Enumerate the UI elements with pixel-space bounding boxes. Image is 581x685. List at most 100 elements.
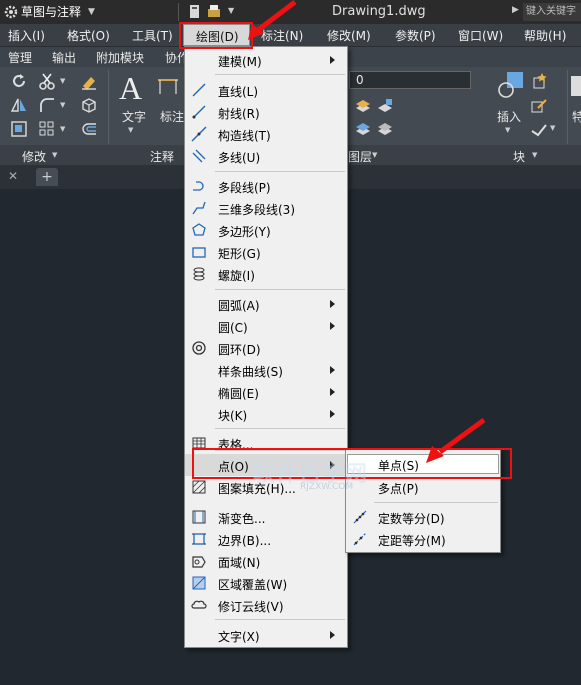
block-attribute-icon[interactable] [530, 119, 548, 137]
mirror-icon[interactable] [10, 96, 28, 114]
tab-manage[interactable]: 管理 [8, 49, 32, 66]
menu-item-gradient[interactable]: 渐变色... [185, 506, 347, 528]
menu-item-3dpoly[interactable]: 三维多段线(3) [185, 197, 347, 219]
menu-item-pline[interactable]: 多段线(P) [185, 175, 347, 197]
menu-item-divide[interactable]: 定数等分(D) [346, 506, 500, 528]
menu-item-multiple-point[interactable]: 多点(P) [346, 476, 500, 498]
chevron-down-icon[interactable]: ▼ [372, 151, 377, 159]
chevron-down-icon[interactable]: ▼ [550, 124, 555, 132]
menu-item-label: 射线(R) [218, 107, 260, 121]
menu-window[interactable]: 窗口(W) [458, 27, 503, 44]
menu-tools[interactable]: 工具(T) [132, 27, 173, 44]
menu-item-helix[interactable]: 螺旋(I) [185, 263, 347, 285]
plot-icon[interactable] [207, 4, 221, 20]
menu-parametric[interactable]: 参数(P) [395, 27, 436, 44]
layer-lock-icon[interactable] [376, 96, 394, 114]
insert-block-icon[interactable] [496, 70, 526, 100]
close-icon[interactable]: ✕ [8, 169, 18, 183]
layer-copy-icon[interactable] [376, 119, 394, 137]
chevron-down-icon[interactable]: ▼ [128, 126, 133, 134]
menu-item-block[interactable]: 块(K) [185, 403, 347, 425]
menu-item-ray[interactable]: 射线(R) [185, 101, 347, 123]
menu-item-polygon[interactable]: 多边形(Y) [185, 219, 347, 241]
chevron-down-icon[interactable]: ▼ [52, 151, 57, 159]
trim-icon[interactable] [38, 72, 56, 90]
search-input[interactable]: 键入关键字 [523, 3, 581, 21]
menu-item-wipeout[interactable]: 区域覆盖(W) [185, 572, 347, 594]
measure-icon [353, 532, 367, 546]
menu-item-arc[interactable]: 圆弧(A) [185, 293, 347, 315]
panel-layers[interactable]: 图层 [348, 148, 372, 165]
chevron-down-icon[interactable]: ▼ [505, 126, 510, 134]
menu-item-label: 块(K) [218, 409, 248, 423]
donut-icon [192, 341, 206, 355]
create-block-icon[interactable] [530, 72, 548, 90]
chevron-down-icon[interactable]: ▼ [532, 151, 537, 159]
menu-item-spline[interactable]: 样条曲线(S) [185, 359, 347, 381]
edit-block-icon[interactable] [530, 96, 548, 114]
panel-modify[interactable]: 修改 [22, 148, 46, 165]
properties-icon[interactable] [571, 76, 581, 96]
fillet-icon[interactable] [38, 96, 56, 114]
menu-insert[interactable]: 插入(I) [8, 27, 45, 44]
menu-item-donut[interactable]: 圆环(D) [185, 337, 347, 359]
tab-output[interactable]: 输出 [52, 49, 76, 66]
menu-item-line[interactable]: 直线(L) [185, 79, 347, 101]
chevron-right-icon[interactable]: ▶ [512, 5, 519, 15]
3d-box-icon[interactable] [80, 96, 98, 114]
rectangle-icon [192, 247, 206, 258]
array-icon[interactable] [38, 120, 56, 138]
layer-dropdown[interactable]: 0 [349, 71, 471, 89]
menu-modify[interactable]: 修改(M) [327, 27, 371, 44]
layer-state-icon[interactable] [354, 96, 372, 114]
menu-item-modeling[interactable]: 建模(M) [185, 49, 347, 71]
offset-icon[interactable] [80, 120, 98, 138]
menu-item-label: 渐变色... [218, 512, 266, 526]
menu-item-label: 圆弧(A) [218, 299, 260, 313]
menu-item-text[interactable]: 文字(X) [185, 624, 347, 646]
menu-format[interactable]: 格式(O) [67, 27, 110, 44]
insert-block-label[interactable]: 插入 [497, 108, 521, 125]
3d-polyline-icon [192, 201, 206, 215]
menu-help[interactable]: 帮助(H) [524, 27, 566, 44]
panel-annotate[interactable]: 注释 [150, 148, 174, 165]
menu-item-boundary[interactable]: 边界(B)... [185, 528, 347, 550]
layer-match-icon[interactable] [354, 119, 372, 137]
workspace-switcher[interactable]: 草图与注释 ▼ [4, 3, 95, 20]
dimension-tool-icon[interactable] [156, 76, 182, 98]
menu-item-rectangle[interactable]: 矩形(G) [185, 241, 347, 263]
dimension-tool-label[interactable]: 标注 [160, 108, 184, 125]
rotate-icon[interactable] [10, 72, 28, 90]
menu-item-label: 多线(U) [218, 151, 261, 165]
menu-item-xline[interactable]: 构造线(T) [185, 123, 347, 145]
panel-block[interactable]: 块 [513, 148, 525, 165]
divide-icon [353, 510, 367, 524]
new-tab-button[interactable]: + [36, 168, 58, 186]
menu-item-label: 圆环(D) [218, 343, 261, 357]
text-tool-icon[interactable]: A [119, 70, 142, 107]
share-icon[interactable] [188, 4, 202, 20]
text-tool-label[interactable]: 文字 [122, 108, 146, 125]
submenu-arrow-icon [330, 366, 335, 374]
ray-icon [192, 105, 206, 119]
menu-item-label: 螺旋(I) [218, 269, 255, 283]
menu-item-region[interactable]: 面域(N) [185, 550, 347, 572]
erase-icon[interactable] [80, 72, 98, 90]
chevron-down-icon[interactable]: ▼ [228, 6, 234, 15]
properties-label[interactable]: 特 [572, 108, 581, 125]
scale-icon[interactable] [10, 120, 28, 138]
menu-item-revcloud[interactable]: 修订云线(V) [185, 594, 347, 616]
chevron-down-icon[interactable]: ▼ [60, 101, 65, 109]
chevron-down-icon[interactable]: ▼ [60, 77, 65, 85]
polyline-icon [193, 181, 204, 191]
menu-item-label: 多边形(Y) [218, 225, 271, 239]
menu-item-mline[interactable]: 多线(U) [185, 145, 347, 167]
menu-item-ellipse[interactable]: 椭圆(E) [185, 381, 347, 403]
tab-addins[interactable]: 附加模块 [96, 49, 144, 66]
helix-icon [193, 267, 205, 281]
polygon-icon [192, 223, 206, 236]
menu-item-measure[interactable]: 定距等分(M) [346, 528, 500, 550]
chevron-down-icon[interactable]: ▼ [60, 125, 65, 133]
region-icon [192, 556, 206, 568]
menu-item-circle[interactable]: 圆(C) [185, 315, 347, 337]
